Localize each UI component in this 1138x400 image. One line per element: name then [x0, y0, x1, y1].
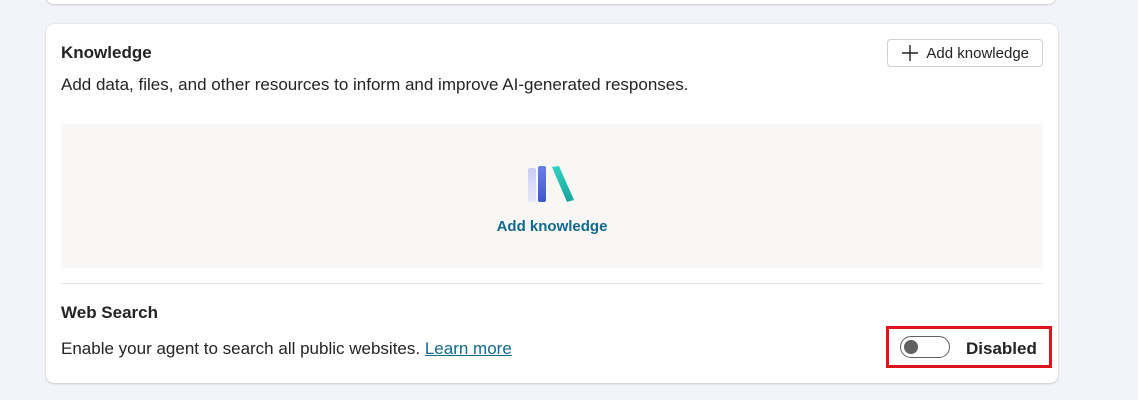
plus-icon: [902, 45, 919, 61]
web-search-toggle-label: Disabled: [966, 339, 1037, 358]
books-icon: [528, 166, 574, 202]
knowledge-title: Knowledge: [61, 43, 152, 62]
web-search-description: Enable your agent to search all public w…: [61, 339, 512, 359]
web-search-description-text: Enable your agent to search all public w…: [61, 339, 421, 358]
add-knowledge-link[interactable]: Add knowledge: [61, 218, 1043, 235]
toggle-knob: [904, 340, 918, 354]
section-divider: [61, 283, 1043, 284]
knowledge-description: Add data, files, and other resources to …: [61, 75, 689, 94]
add-knowledge-button-label: Add knowledge: [926, 44, 1029, 62]
add-knowledge-button[interactable]: Add knowledge: [887, 39, 1043, 67]
web-search-title: Web Search: [61, 303, 159, 322]
previous-card: [46, 0, 1056, 4]
web-search-toggle-highlight: Disabled: [886, 326, 1052, 368]
web-search-toggle[interactable]: [900, 336, 950, 358]
learn-more-link[interactable]: Learn more: [425, 339, 512, 358]
knowledge-empty-state[interactable]: Add knowledge: [61, 124, 1043, 268]
